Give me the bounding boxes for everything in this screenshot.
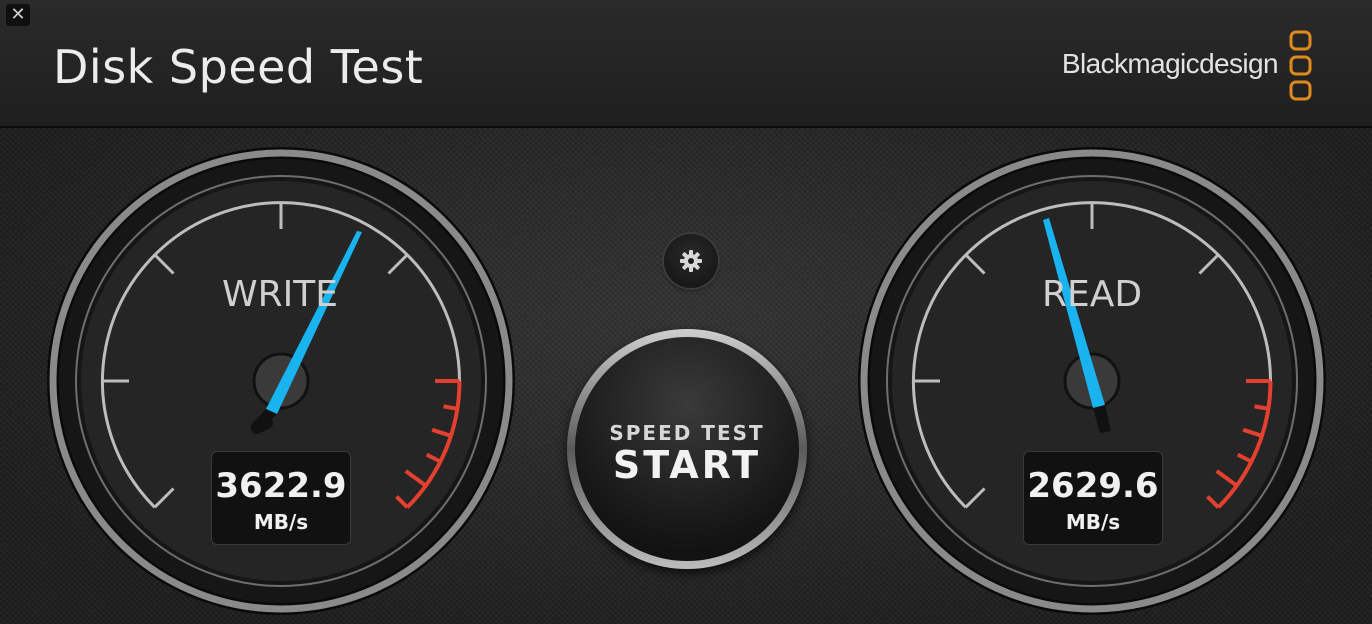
- brand-name: Blackmagicdesign: [1061, 48, 1279, 79]
- speed-test-start-button[interactable]: SPEED TEST START: [567, 329, 807, 569]
- write-readout: 3622.9 MB/s: [211, 451, 351, 545]
- write-label: WRITE: [222, 274, 338, 315]
- read-label: READ: [1041, 274, 1143, 315]
- read-speed-unit: MB/s: [1065, 510, 1121, 534]
- start-button-caption: SPEED TEST: [609, 421, 765, 445]
- blackmagic-logo-icon: [1289, 30, 1312, 101]
- read-speed-value: 2629.6: [1027, 466, 1159, 506]
- read-gauge: [858, 147, 1326, 615]
- write-speed-unit: MB/s: [253, 510, 309, 534]
- write-gauge: [47, 147, 515, 615]
- write-speed-value: 3622.9: [215, 466, 347, 506]
- settings-button[interactable]: [664, 234, 718, 288]
- gear-icon: [680, 250, 702, 272]
- read-readout: 2629.6 MB/s: [1023, 451, 1163, 545]
- app-title: Disk Speed Test: [53, 40, 424, 94]
- title-bar: ✕ Disk Speed Test Blackmagicdesign: [0, 0, 1372, 128]
- start-button-label: START: [612, 443, 762, 487]
- close-button[interactable]: ✕: [6, 4, 30, 26]
